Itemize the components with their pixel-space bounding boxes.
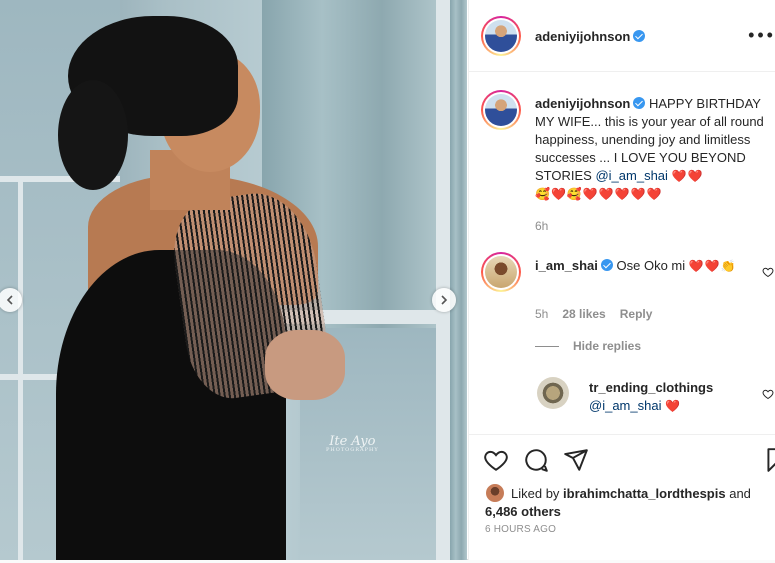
liked-by-user[interactable]: ibrahimchatta_lordthespis — [563, 486, 726, 501]
caption-emoji-line: 🥰❤️🥰❤️❤️❤️❤️❤️ — [535, 187, 663, 201]
comment-time[interactable]: 5h — [535, 307, 548, 321]
verified-badge-icon — [633, 30, 646, 42]
post-timestamp[interactable]: 6 HOURS AGO — [485, 524, 556, 535]
comment-text: i_am_shai Ose Oko mi ❤️❤️👏 — [535, 257, 755, 275]
hide-replies-button[interactable]: Hide replies — [535, 339, 641, 353]
woman-figure — [0, 0, 467, 560]
reply-like-heart-icon[interactable] — [762, 388, 774, 400]
caption-time[interactable]: 6h — [535, 217, 773, 235]
commenter-avatar[interactable] — [481, 252, 521, 292]
chevron-left-icon — [6, 295, 13, 305]
hide-replies-label: Hide replies — [573, 339, 642, 353]
post-side-panel: adeniyijohnson • • • adeniyijohnson HAPP… — [468, 0, 775, 560]
comment-bubble-icon[interactable] — [523, 447, 549, 473]
reply-mention[interactable]: @i_am_shai — [589, 398, 661, 413]
divider-line — [535, 345, 559, 347]
commenter-username[interactable]: i_am_shai — [535, 258, 598, 273]
caption-emoji-inline: ❤️❤️ — [671, 169, 704, 183]
chevron-right-icon — [441, 295, 448, 305]
comment-reply-button[interactable]: Reply — [620, 307, 653, 321]
share-send-icon[interactable] — [563, 447, 589, 473]
verified-badge-icon — [600, 259, 613, 271]
reply-username[interactable]: tr_ending_clothings — [589, 380, 713, 395]
reply-avatar[interactable] — [537, 377, 569, 409]
caption-username[interactable]: adeniyijohnson — [535, 96, 630, 111]
caption-text: adeniyijohnson HAPPY BIRTHDAY MY WIFE...… — [535, 95, 773, 235]
verified-badge-icon — [633, 97, 646, 109]
comment-likes[interactable]: 28 likes — [562, 307, 605, 321]
caption-mention[interactable]: @i_am_shai — [595, 168, 667, 183]
watermark-sub: PHOTOGRAPHY — [326, 447, 379, 453]
comment-emojis: ❤️❤️👏 — [688, 259, 737, 273]
like-heart-icon[interactable] — [483, 447, 509, 473]
figure-arm — [265, 330, 345, 400]
post-actions: Liked by ibrahimchatta_lordthespis and 6… — [469, 434, 775, 560]
more-options-icon[interactable]: • • • — [748, 26, 773, 44]
post-header: adeniyijohnson • • • — [469, 0, 775, 72]
caption-avatar[interactable] — [481, 90, 521, 130]
post-photo[interactable]: Ite Ayo PHOTOGRAPHY — [0, 0, 467, 560]
comment-like-heart-icon[interactable] — [762, 266, 774, 278]
reply-emoji: ❤️ — [665, 399, 682, 413]
liked-by-and: and — [729, 486, 751, 501]
likes-others[interactable]: 6,486 others — [485, 504, 561, 519]
photographer-watermark: Ite Ayo PHOTOGRAPHY — [326, 435, 379, 453]
comment-meta: 5h 28 likes Reply — [535, 307, 652, 321]
liked-by-avatar[interactable] — [485, 483, 505, 503]
author-avatar[interactable] — [481, 16, 521, 56]
reply-text: tr_ending_clothings @i_am_shai ❤️ — [589, 379, 759, 415]
comment-body: Ose Oko mi — [616, 258, 686, 273]
likes-summary: Liked by ibrahimchatta_lordthespis and 6… — [485, 483, 775, 521]
next-image-button[interactable] — [432, 288, 456, 312]
author-username[interactable]: adeniyijohnson — [535, 29, 630, 44]
figure-hair-bun — [58, 80, 128, 190]
liked-by-prefix: Liked by — [511, 486, 560, 501]
save-bookmark-icon[interactable] — [763, 447, 775, 473]
instagram-post: Ite Ayo PHOTOGRAPHY adeniyijohnson • • • — [0, 0, 775, 560]
author-name-wrap: adeniyijohnson — [535, 29, 646, 44]
